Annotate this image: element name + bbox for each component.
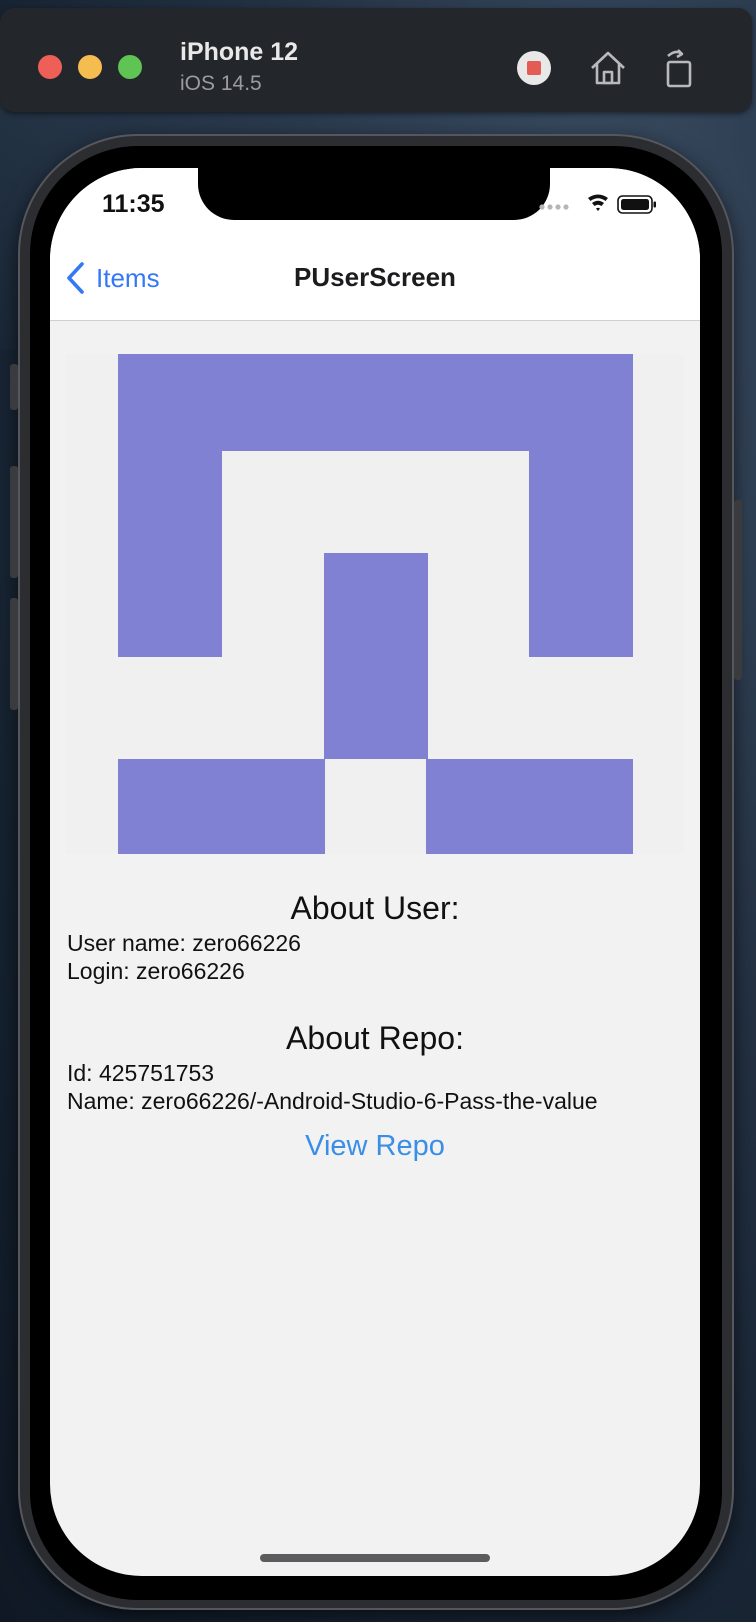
login-text: Login: zero66226 [67,958,245,984]
power-button [734,500,742,680]
rotate-icon[interactable] [658,46,702,90]
user-name-text: User name: zero66226 [67,930,301,956]
battery-icon [617,195,656,214]
view-repo-link[interactable]: View Repo [50,1130,700,1163]
volume-up-button [10,466,18,578]
about-repo-heading: About Repo: [286,1020,464,1056]
about-user-heading: About User: [290,890,460,926]
close-window-button[interactable] [38,55,62,79]
notch [198,168,550,220]
wifi-icon [588,194,608,211]
os-version: iOS 14.5 [180,72,262,95]
stop-icon[interactable] [512,46,556,90]
repo-id-text: Id: 425751753 [67,1060,215,1086]
zoom-window-button[interactable] [118,55,142,79]
status-time: 11:35 [102,190,165,218]
silent-switch [10,364,18,410]
minimize-window-button[interactable] [78,55,102,79]
simulator-title-bar: iPhone 12 iOS 14.5 [0,8,752,112]
signal-dots-icon [539,204,569,210]
home-indicator[interactable] [260,1554,490,1562]
home-icon[interactable] [586,46,630,90]
avatar [66,354,684,854]
volume-down-button [10,598,18,710]
status-icons [538,192,658,220]
screen-title: PUserScreen [294,262,456,292]
device-name: iPhone 12 [180,38,299,66]
phone-screen: Items PUserScreen 11:35 About User: User… [50,168,700,1576]
repo-name-text: Name: zero66226/-Android-Studio-6-Pass-t… [67,1088,598,1114]
